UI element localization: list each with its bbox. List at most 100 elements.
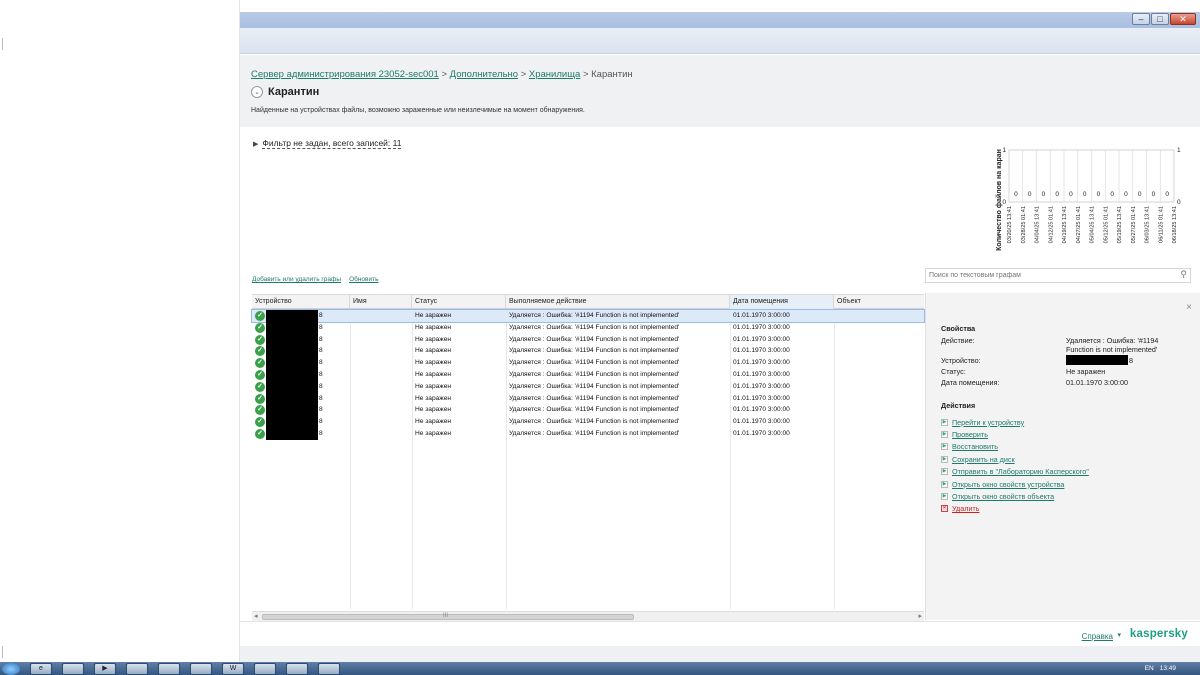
chart-xtick-label: 05/12/25 01:41 bbox=[1103, 206, 1109, 243]
help-link[interactable]: Справка bbox=[1082, 632, 1113, 641]
left-blank-pane bbox=[0, 0, 240, 662]
breadcrumb-server-link[interactable]: Сервер администрирования 23052-sec001 bbox=[251, 69, 439, 80]
redacted-device-name bbox=[266, 427, 318, 440]
app-icon[interactable] bbox=[126, 662, 148, 675]
chart-xtick-label: 04/04/25 13:41 bbox=[1035, 206, 1041, 243]
scrollbar-thumb[interactable]: III bbox=[262, 613, 634, 620]
app-icon[interactable] bbox=[254, 662, 276, 675]
breadcrumb-advanced-link[interactable]: Дополнительно bbox=[450, 69, 518, 80]
column-header-name[interactable]: Имя bbox=[350, 295, 412, 309]
chart-xtick-label: 04/19/25 13:41 bbox=[1062, 206, 1068, 243]
filter-label: Фильтр не задан, всего записей: 11 bbox=[262, 138, 402, 149]
table-header: Устройство Имя Статус Выполняемое действ… bbox=[252, 295, 924, 309]
chart-data-label: 0 bbox=[1138, 191, 1142, 198]
date-value: 01.01.1970 3:00:00 bbox=[1066, 378, 1128, 387]
action-link[interactable]: Открыть окно свойств устройства bbox=[952, 480, 1064, 489]
scroll-left-icon[interactable]: ◂ bbox=[254, 612, 258, 620]
action-link[interactable]: Удалить bbox=[952, 504, 979, 513]
search-box[interactable]: ⚲ bbox=[925, 268, 1191, 283]
cell-action: Удаляется : Ошибка: '#1194 Function is n… bbox=[509, 429, 680, 437]
refresh-link[interactable]: Обновить bbox=[349, 276, 378, 283]
cell-status: Не заражен bbox=[415, 370, 452, 378]
table-row[interactable]: ✓ 8 Не заражен Удаляется : Ошибка: '#1194 F… bbox=[252, 345, 924, 358]
add-remove-columns-link[interactable]: Добавить или удалить графы bbox=[252, 276, 341, 283]
redacted-device-name bbox=[266, 416, 318, 428]
app-icon[interactable] bbox=[158, 662, 180, 675]
column-header-object[interactable]: Объект bbox=[834, 295, 924, 309]
table-row[interactable]: ✓ 8 Не заражен Удаляется : Ошибка: '#1194 F… bbox=[252, 380, 924, 393]
minimize-button[interactable]: – bbox=[1132, 13, 1150, 25]
cell-status: Не заражен bbox=[415, 323, 452, 331]
column-header-status[interactable]: Статус bbox=[412, 295, 506, 309]
redacted-device-name bbox=[266, 357, 318, 369]
action-item[interactable]: ▶ Сохранить на диск bbox=[941, 453, 1089, 465]
chevron-down-icon[interactable]: ▾ bbox=[1117, 631, 1121, 639]
column-header-device[interactable]: Устройство bbox=[252, 295, 350, 309]
app-icon[interactable] bbox=[318, 662, 340, 675]
action-label: Действие: bbox=[941, 336, 975, 345]
action-link[interactable]: Открыть окно свойств объекта bbox=[952, 492, 1054, 501]
cell-action: Удаляется : Ошибка: '#1194 Function is n… bbox=[509, 323, 680, 331]
action-link[interactable]: Проверить bbox=[952, 430, 988, 439]
action-item[interactable]: ▶ Открыть окно свойств объекта bbox=[941, 490, 1089, 502]
column-header-action[interactable]: Выполняемое действие bbox=[506, 295, 730, 309]
horizontal-scrollbar[interactable]: ◂ III ▸ bbox=[252, 611, 924, 621]
device-cell-suffix: 8 bbox=[319, 406, 323, 414]
close-icon[interactable]: × bbox=[1186, 302, 1192, 313]
redacted-device-name bbox=[266, 392, 318, 405]
folder-icon[interactable] bbox=[62, 662, 84, 675]
table-row[interactable]: ✓ 8 Не заражен Удаляется : Ошибка: '#1194 F… bbox=[252, 368, 924, 381]
breadcrumb-separator: > bbox=[520, 69, 527, 80]
table-row[interactable]: ✓ 8 Не заражен Удаляется : Ошибка: '#1194 F… bbox=[251, 309, 925, 323]
column-header-date[interactable]: Дата помещения bbox=[730, 295, 834, 309]
language-indicator[interactable]: EN bbox=[1145, 665, 1154, 672]
table-links: Добавить или удалить графы Обновить bbox=[252, 276, 379, 283]
action-item[interactable]: ▶ Проверить bbox=[941, 428, 1089, 440]
table-row[interactable]: ✓ 8 Не заражен Удаляется : Ошибка: '#1194 F… bbox=[252, 357, 924, 369]
chart-xtick-label: 04/12/25 01:41 bbox=[1048, 206, 1054, 243]
word-icon[interactable]: W bbox=[222, 662, 244, 675]
page-header: Сервер администрирования 23052-sec001 > … bbox=[240, 55, 1200, 127]
table-row[interactable]: ✓ 8 Не заражен Удаляется : Ошибка: '#1194 F… bbox=[252, 404, 924, 417]
filter-toggle[interactable]: ▶ Фильтр не задан, всего записей: 11 bbox=[253, 138, 402, 149]
search-icon[interactable]: ⚲ bbox=[1180, 269, 1187, 280]
table-row[interactable]: ✓ 8 Не заражен Удаляется : Ошибка: '#1194 F… bbox=[252, 427, 924, 440]
action-item[interactable]: ✕ Удалить bbox=[941, 503, 1089, 515]
clock[interactable]: 13:49 bbox=[1160, 665, 1176, 672]
action-item[interactable]: ▶ Восстановить bbox=[941, 441, 1089, 453]
action-arrow-icon: ▶ bbox=[941, 468, 948, 476]
table-row[interactable]: ✓ 8 Не заражен Удаляется : Ошибка: '#1194 F… bbox=[252, 333, 924, 346]
start-button-icon[interactable] bbox=[2, 662, 20, 675]
app-icon[interactable] bbox=[190, 662, 212, 675]
breadcrumb: Сервер администрирования 23052-sec001 > … bbox=[251, 69, 633, 80]
cell-action: Удаляется : Ошибка: '#1194 Function is n… bbox=[509, 359, 680, 367]
breadcrumb-storages-link[interactable]: Хранилища bbox=[529, 69, 580, 80]
table-row[interactable]: ✓ 8 Не заражен Удаляется : Ошибка: '#1194 F… bbox=[252, 416, 924, 428]
table-row[interactable]: ✓ 8 Не заражен Удаляется : Ошибка: '#1194 F… bbox=[252, 392, 924, 405]
ok-status-icon: ✓ bbox=[255, 428, 265, 439]
action-value: Удаляется : Ошибка: '#1194 Function is n… bbox=[1066, 336, 1158, 354]
chart-xtick-label: 06/03/25 13:41 bbox=[1145, 206, 1151, 243]
action-item[interactable]: ▶ Перейти к устройству bbox=[941, 416, 1089, 428]
action-item[interactable]: ▶ Открыть окно свойств устройства bbox=[941, 478, 1089, 490]
ok-status-icon: ✓ bbox=[255, 417, 265, 428]
collapse-chevron-icon[interactable]: ⌄ bbox=[251, 86, 263, 98]
window-controls: – □ ✕ bbox=[1132, 13, 1196, 27]
action-link[interactable]: Восстановить bbox=[952, 442, 998, 451]
search-input[interactable] bbox=[926, 269, 1166, 282]
cell-status: Не заражен bbox=[415, 429, 452, 437]
media-player-icon[interactable]: ▶ bbox=[94, 662, 116, 675]
action-link[interactable]: Отправить в "Лабораторию Касперского" bbox=[952, 467, 1089, 476]
action-link[interactable]: Перейти к устройству bbox=[952, 418, 1024, 427]
actions-header: Действия bbox=[941, 401, 976, 410]
scroll-right-icon[interactable]: ▸ bbox=[918, 612, 922, 620]
maximize-button[interactable]: □ bbox=[1151, 13, 1169, 25]
action-arrow-icon: ▶ bbox=[941, 493, 948, 501]
close-window-button[interactable]: ✕ bbox=[1170, 13, 1196, 25]
action-link[interactable]: Сохранить на диск bbox=[952, 455, 1015, 464]
ie-icon[interactable]: e bbox=[30, 662, 52, 675]
app-icon[interactable] bbox=[286, 662, 308, 675]
table-row[interactable]: ✓ 8 Не заражен Удаляется : Ошибка: '#1194 F… bbox=[252, 321, 924, 334]
chart-data-label: 0 bbox=[1083, 191, 1087, 198]
action-item[interactable]: ▶ Отправить в "Лабораторию Касперского" bbox=[941, 466, 1089, 478]
